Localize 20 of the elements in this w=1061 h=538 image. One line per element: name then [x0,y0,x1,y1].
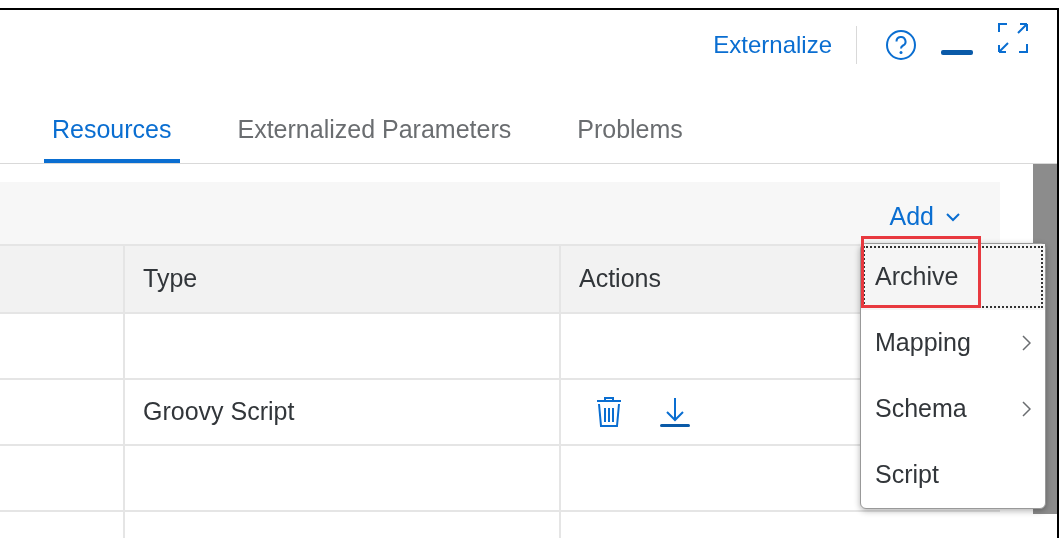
help-icon[interactable] [885,29,917,61]
download-icon[interactable] [659,396,691,428]
table-cell-text: Groovy Script [143,396,295,428]
menu-item[interactable]: Schema [861,376,1045,442]
trash-icon[interactable] [595,396,623,428]
tab[interactable]: Resources [44,80,180,163]
tab[interactable]: Externalized Parameters [229,80,520,163]
externalize-link[interactable]: Externalize [713,27,832,63]
chevron-right-icon [1022,401,1031,417]
menu-item[interactable]: Archive [861,244,1045,310]
tab[interactable]: Problems [569,80,691,163]
menu-item[interactable]: Mapping [861,310,1045,376]
minimize-icon[interactable] [941,50,973,56]
chevron-right-icon [1022,335,1031,351]
add-button[interactable]: Add [889,198,960,236]
column-header: Type [143,263,198,295]
chevron-down-icon [946,212,960,222]
expand-icon[interactable] [997,22,1029,54]
menu-item[interactable]: Script [861,442,1045,508]
column-header: Actions [579,263,661,295]
